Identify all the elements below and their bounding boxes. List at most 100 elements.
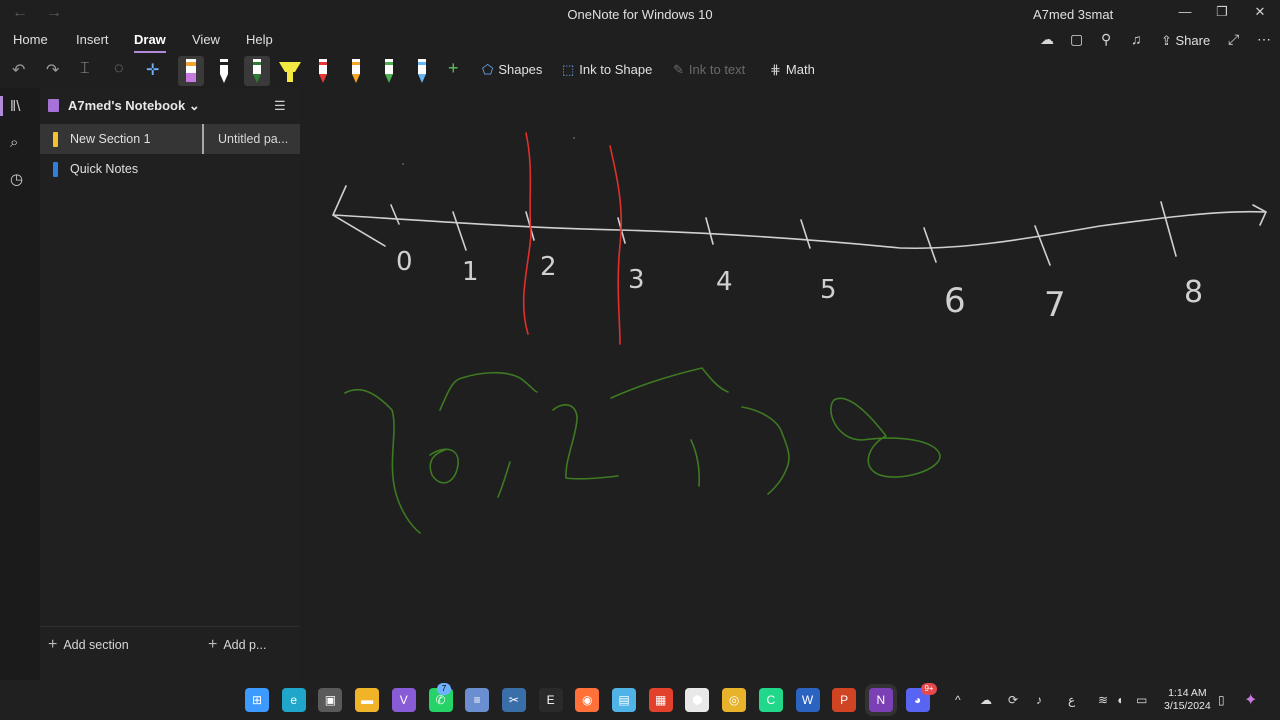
user-name[interactable]: A7med 3smat: [1033, 7, 1113, 22]
whatsapp-badge: 7: [437, 683, 451, 695]
chevron-down-icon: ⌄: [188, 98, 200, 113]
ink-drawing[interactable]: 0 1 2 3 4 5 6 7 8: [300, 88, 1280, 680]
lightbulb-icon[interactable]: ⚲: [1101, 31, 1111, 48]
search-icon[interactable]: ⌕: [10, 134, 18, 151]
edge-icon[interactable]: e: [281, 688, 306, 712]
tab-home[interactable]: Home: [13, 32, 48, 47]
ink-dots: [402, 137, 575, 165]
ink-to-shape-button[interactable]: ⬚ Ink to Shape: [562, 62, 652, 78]
redo-icon[interactable]: ↷: [46, 60, 59, 80]
pen-blue-icon[interactable]: [409, 56, 435, 86]
word-icon[interactable]: W: [795, 688, 820, 712]
windows-start-icon[interactable]: ⊞: [245, 688, 269, 712]
notepad-icon[interactable]: ≡: [465, 688, 490, 712]
minimize-icon[interactable]: —: [1171, 4, 1199, 24]
page-view-icon[interactable]: ▢: [1070, 31, 1083, 48]
add-section-button[interactable]: + Add section: [48, 636, 129, 654]
math-label: Math: [785, 62, 815, 77]
green-stroke: [830, 397, 941, 478]
tick-mark: [1034, 225, 1051, 266]
expand-icon[interactable]: ⤢: [1228, 31, 1239, 48]
green-stroke: [429, 448, 459, 484]
undo-icon[interactable]: ↶: [12, 60, 25, 80]
microsoft-apps-icon[interactable]: ▦: [648, 688, 673, 712]
sync-tray-icon[interactable]: ⟳: [1008, 693, 1018, 707]
tab-view[interactable]: View: [192, 32, 220, 47]
tick-mark: [800, 219, 811, 249]
chrome-icon[interactable]: ◎: [722, 688, 747, 712]
digit-label: 0: [396, 247, 413, 277]
notebook-picker[interactable]: A7med's Notebook ⌄: [68, 98, 200, 114]
left-rail: ‖\ ⌕ ◷: [0, 88, 40, 680]
onenote-icon[interactable]: N: [868, 688, 893, 712]
section-quick-notes[interactable]: Quick Notes: [40, 154, 202, 184]
bell-icon[interactable]: ♫: [1131, 31, 1142, 47]
add-space-icon[interactable]: ✛: [146, 60, 159, 80]
shapes-button[interactable]: ⬠ Shapes: [482, 62, 542, 78]
ink-to-text-button[interactable]: ✎ Ink to text: [673, 62, 745, 78]
ink-to-shape-icon: ⬚: [562, 62, 575, 77]
battery-icon[interactable]: ▭: [1136, 693, 1147, 707]
more-icon[interactable]: ⋯: [1257, 31, 1271, 48]
add-pen-icon[interactable]: +: [448, 58, 459, 79]
digit-label: 8: [1184, 275, 1203, 310]
page-canvas[interactable]: 0 1 2 3 4 5 6 7 8: [300, 88, 1280, 680]
clion-icon[interactable]: C: [758, 688, 783, 712]
add-page-button[interactable]: + Add p...: [208, 636, 266, 654]
tick-mark: [452, 211, 467, 251]
ink-to-text-label: Ink to text: [688, 62, 746, 77]
snipping-icon[interactable]: ✂: [501, 688, 526, 712]
tab-insert[interactable]: Insert: [76, 32, 109, 47]
math-button[interactable]: ⋕ Math: [770, 62, 815, 78]
wifi-icon[interactable]: ≋: [1098, 693, 1108, 707]
share-button[interactable]: ⇪ Share: [1161, 33, 1210, 49]
volume-icon[interactable]: ◖: [1116, 693, 1123, 707]
tab-draw[interactable]: Draw: [134, 32, 166, 53]
sort-icon[interactable]: ☰: [274, 98, 286, 114]
share-icon: ⇪: [1161, 33, 1176, 48]
digit-label: 1: [462, 257, 479, 287]
onedrive-icon[interactable]: ☁: [980, 693, 992, 707]
restore-icon[interactable]: ❐: [1208, 4, 1236, 24]
epic-games-icon[interactable]: E: [538, 688, 563, 712]
copilot-icon[interactable]: ✦: [1244, 690, 1257, 710]
close-icon[interactable]: ✕: [1246, 4, 1274, 24]
lasso-icon[interactable]: ◌: [114, 60, 124, 78]
microphone-icon[interactable]: ♪: [1036, 693, 1042, 707]
system-clock[interactable]: 1:14 AM 3/15/2024: [1164, 687, 1211, 713]
visual-studio-icon[interactable]: V: [391, 688, 416, 712]
pen-green-icon[interactable]: [376, 56, 402, 86]
sync-icon[interactable]: ☁: [1040, 31, 1054, 48]
pen-red-icon[interactable]: [310, 56, 336, 86]
green-stroke: [439, 371, 538, 411]
notifications-icon[interactable]: ▯: [1218, 693, 1225, 707]
pen-purple-icon[interactable]: [178, 56, 204, 86]
tab-help[interactable]: Help: [246, 32, 273, 47]
type-select-icon[interactable]: ⌶: [80, 60, 90, 78]
store-icon[interactable]: ▣: [318, 688, 343, 712]
green-stroke: [497, 461, 511, 498]
pen-white-icon[interactable]: [211, 56, 237, 86]
section-label: New Section 1: [70, 132, 151, 146]
notebooks-icon[interactable]: ‖\: [0, 96, 20, 116]
highlighter-yellow-icon[interactable]: [277, 56, 303, 86]
digit-label: 4: [716, 267, 733, 297]
pen-orange-icon[interactable]: [343, 56, 369, 86]
recent-icon[interactable]: ◷: [10, 170, 23, 188]
green-ink: [344, 367, 941, 534]
chevron-up-icon[interactable]: ^: [955, 693, 961, 707]
language-indicator[interactable]: ع: [1068, 693, 1075, 707]
pen-green-selected-icon[interactable]: [244, 56, 270, 86]
page-item[interactable]: Untitled pa...: [202, 124, 302, 154]
notepad-plus-icon[interactable]: ▤: [612, 688, 636, 712]
shapes-icon: ⬠: [482, 62, 494, 77]
app-cube-icon[interactable]: ⬢: [685, 688, 710, 712]
section-label: Quick Notes: [70, 162, 139, 176]
powerpoint-icon[interactable]: P: [832, 688, 857, 712]
firefox-icon[interactable]: ◉: [575, 688, 600, 712]
axis-line: [332, 210, 1266, 250]
file-explorer-icon[interactable]: ▬: [355, 688, 380, 712]
section-new-section-1[interactable]: New Section 1: [40, 124, 202, 154]
math-icon: ⋕: [770, 62, 781, 77]
plus-icon: +: [208, 636, 218, 653]
